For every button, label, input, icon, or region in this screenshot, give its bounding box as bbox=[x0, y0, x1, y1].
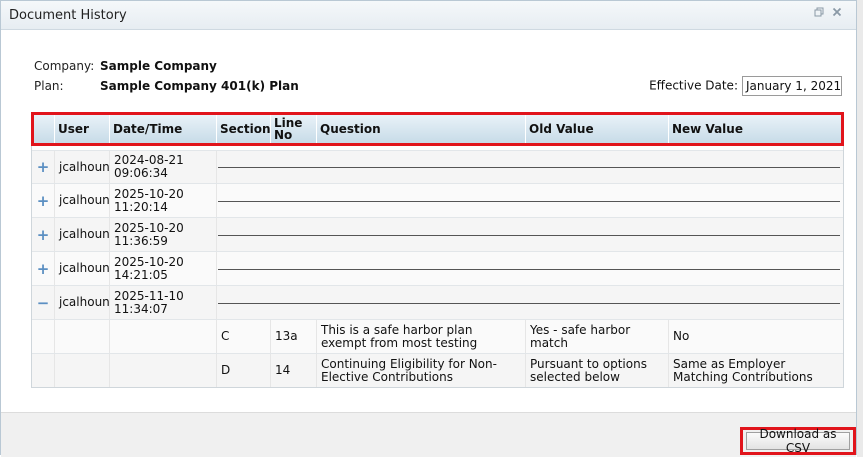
row-user: jcalhoun bbox=[54, 218, 110, 251]
company-label: Company: bbox=[34, 59, 95, 73]
detail-user bbox=[54, 320, 109, 353]
row-divider bbox=[218, 200, 840, 202]
header-new-value[interactable]: New Value bbox=[668, 115, 841, 143]
plus-icon[interactable]: + bbox=[32, 218, 54, 251]
minus-icon[interactable]: − bbox=[32, 286, 54, 319]
detail-datetime bbox=[109, 354, 216, 387]
plus-icon[interactable]: + bbox=[32, 151, 54, 183]
header-user[interactable]: User bbox=[54, 115, 109, 143]
table-row[interactable]: + jcalhoun 2025-10-20 14:21:05 bbox=[32, 251, 843, 285]
detail-row: D 14 Continuing Eligibility for Non-Elec… bbox=[32, 353, 843, 387]
dialog-footer bbox=[1, 412, 856, 457]
effective-date-field[interactable]: January 1, 2021 bbox=[742, 76, 842, 96]
grid-body: + jcalhoun 2024-08-21 09:06:34 + jcalhou… bbox=[31, 146, 844, 388]
header-question[interactable]: Question bbox=[316, 115, 525, 143]
row-user: jcalhoun bbox=[54, 184, 110, 217]
plan-row: Plan: Sample Company 401(k) Plan bbox=[34, 79, 299, 93]
row-divider bbox=[218, 167, 840, 168]
restore-icon[interactable] bbox=[812, 7, 826, 21]
row-divider bbox=[218, 302, 840, 304]
company-value: Sample Company bbox=[100, 59, 217, 73]
table-row[interactable]: + jcalhoun 2025-10-20 11:20:14 bbox=[32, 183, 843, 217]
plus-icon[interactable]: + bbox=[32, 252, 54, 285]
detail-datetime bbox=[109, 320, 216, 353]
detail-old-value: Yes - safe harbor match bbox=[525, 320, 668, 353]
grid-header: User Date/Time Section Line No Question … bbox=[31, 112, 844, 146]
download-csv-highlight: Download as CSV bbox=[740, 427, 856, 455]
background-strip bbox=[857, 0, 863, 457]
document-history-dialog: Document History Company: Sample Company … bbox=[0, 0, 857, 457]
effective-date-row: Effective Date: January 1, 2021 bbox=[649, 76, 842, 96]
table-row[interactable]: − jcalhoun 2025-11-10 11:34:07 bbox=[32, 285, 843, 319]
detail-spacer bbox=[32, 320, 54, 353]
row-user: jcalhoun bbox=[54, 252, 110, 285]
download-csv-button[interactable]: Download as CSV bbox=[746, 427, 850, 455]
row-datetime: 2025-10-20 11:20:14 bbox=[109, 184, 216, 217]
detail-line-no: 14 bbox=[270, 354, 316, 387]
detail-spacer bbox=[32, 354, 54, 387]
title-bar[interactable]: Document History bbox=[1, 1, 856, 30]
dialog-title: Document History bbox=[9, 8, 127, 23]
detail-question: This is a safe harbor plan exempt from m… bbox=[316, 320, 525, 353]
row-datetime: 2025-10-20 11:36:59 bbox=[109, 218, 216, 251]
header-old-value[interactable]: Old Value bbox=[525, 115, 668, 143]
detail-new-value: Same as Employer Matching Contributions bbox=[668, 354, 843, 387]
header-line-no[interactable]: Line No bbox=[270, 115, 316, 143]
effective-date-label: Effective Date: bbox=[649, 78, 738, 93]
header-section[interactable]: Section bbox=[216, 115, 271, 143]
history-grid: User Date/Time Section Line No Question … bbox=[31, 112, 844, 388]
plan-value: Sample Company 401(k) Plan bbox=[100, 79, 299, 93]
header-expander bbox=[34, 115, 54, 143]
close-icon[interactable] bbox=[830, 7, 844, 21]
detail-row: C 13a This is a safe harbor plan exempt … bbox=[32, 319, 843, 353]
plus-icon[interactable]: + bbox=[32, 184, 54, 217]
table-row[interactable]: + jcalhoun 2024-08-21 09:06:34 bbox=[32, 150, 843, 183]
detail-old-value: Pursuant to options selected below bbox=[525, 354, 668, 387]
detail-section: C bbox=[216, 320, 270, 353]
row-user: jcalhoun bbox=[54, 286, 110, 319]
row-divider bbox=[218, 234, 840, 236]
row-divider bbox=[218, 268, 840, 270]
detail-line-no: 13a bbox=[270, 320, 316, 353]
row-datetime: 2025-11-10 11:34:07 bbox=[109, 286, 216, 319]
detail-question: Continuing Eligibility for Non-Elective … bbox=[316, 354, 525, 387]
row-datetime: 2025-10-20 14:21:05 bbox=[109, 252, 216, 285]
header-datetime[interactable]: Date/Time bbox=[109, 115, 216, 143]
table-row[interactable]: + jcalhoun 2025-10-20 11:36:59 bbox=[32, 217, 843, 251]
company-row: Company: Sample Company bbox=[34, 59, 217, 73]
detail-section: D bbox=[216, 354, 270, 387]
detail-new-value: No bbox=[668, 320, 843, 353]
plan-label: Plan: bbox=[34, 79, 64, 93]
row-datetime: 2024-08-21 09:06:34 bbox=[109, 151, 216, 183]
row-user: jcalhoun bbox=[54, 151, 110, 183]
detail-user bbox=[54, 354, 109, 387]
